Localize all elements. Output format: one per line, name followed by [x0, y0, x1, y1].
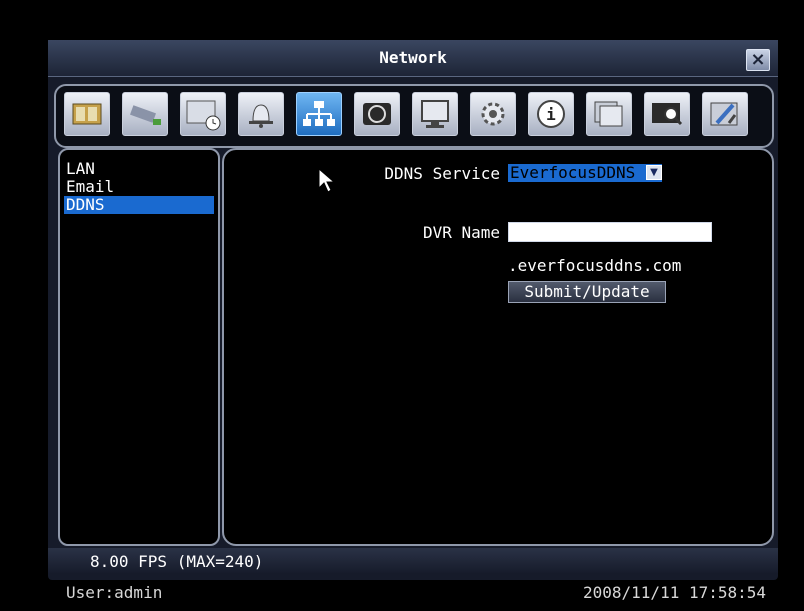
window-title: Network: [379, 48, 447, 67]
camera-film-icon[interactable]: [64, 92, 110, 136]
event-log-icon[interactable]: [586, 92, 632, 136]
ddns-service-label: DDNS Service: [384, 164, 500, 183]
schedule-icon[interactable]: [180, 92, 226, 136]
network-window: Network × i LAN Email DDNS DDNS Service …: [48, 40, 778, 580]
dvr-name-input[interactable]: [508, 222, 712, 242]
submenu-panel: LAN Email DDNS: [58, 148, 220, 546]
dvr-name-label: DVR Name: [422, 223, 500, 242]
system-gear-icon[interactable]: [470, 92, 516, 136]
close-button[interactable]: ×: [746, 49, 770, 71]
dropdown-arrow-icon[interactable]: ▼: [646, 165, 662, 180]
mouse-cursor-icon: [318, 168, 336, 193]
network-icon[interactable]: [296, 92, 342, 136]
tools-icon[interactable]: [702, 92, 748, 136]
ddns-settings-panel: DDNS Service EverfocusDDNS ▼ DVR Name .e…: [222, 148, 774, 546]
ddns-service-value: EverfocusDDNS: [510, 163, 636, 182]
svg-text:i: i: [546, 105, 556, 124]
record-camera-icon[interactable]: [122, 92, 168, 136]
fps-readout: 8.00 FPS (MAX=240): [90, 552, 264, 571]
submit-update-button[interactable]: Submit/Update: [508, 281, 666, 303]
menu-item-ddns[interactable]: DDNS: [64, 196, 214, 214]
title-bar: Network ×: [48, 40, 778, 77]
dvr-screen: Network × i LAN Email DDNS DDNS Service …: [0, 0, 804, 611]
status-bar: 8.00 FPS (MAX=240): [48, 548, 778, 574]
datetime-label: 2008/11/11 17:58:54: [583, 583, 767, 602]
menu-toolbar: i: [54, 84, 774, 148]
domain-suffix: .everfocusddns.com: [508, 256, 682, 275]
disk-icon[interactable]: [354, 92, 400, 136]
info-icon[interactable]: i: [528, 92, 574, 136]
ddns-service-select[interactable]: EverfocusDDNS ▼: [508, 164, 662, 182]
search-icon[interactable]: [644, 92, 690, 136]
display-icon[interactable]: [412, 92, 458, 136]
menu-item-email[interactable]: Email: [64, 178, 214, 196]
user-label: User:admin: [66, 583, 163, 602]
alarm-bell-icon[interactable]: [238, 92, 284, 136]
menu-item-lan[interactable]: LAN: [64, 160, 214, 178]
